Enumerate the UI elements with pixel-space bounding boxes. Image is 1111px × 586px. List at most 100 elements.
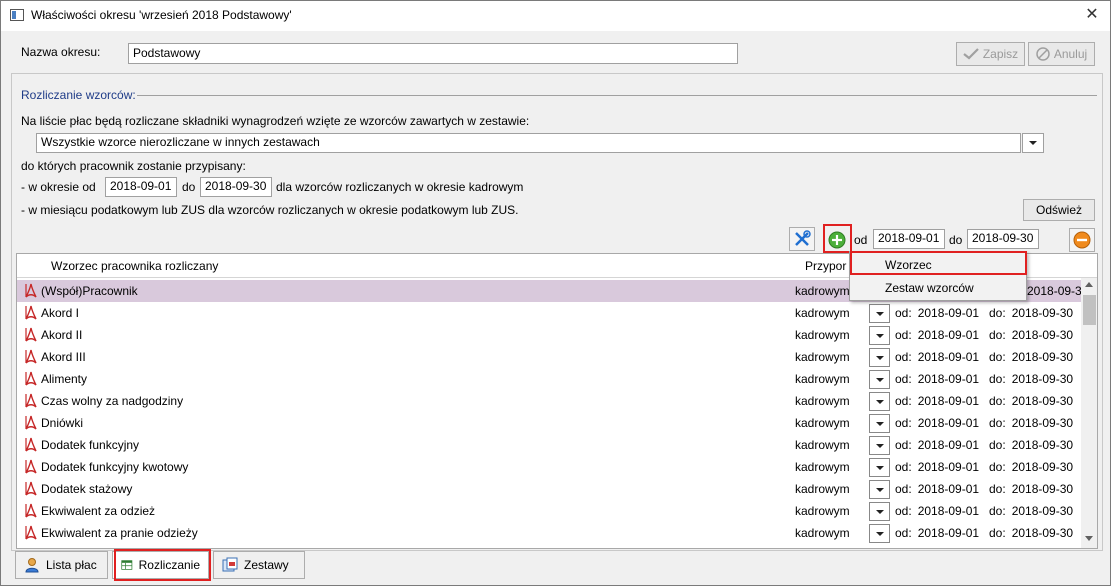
- scroll-up-icon[interactable]: [1085, 282, 1093, 287]
- cell-from: od: 2018-09-01: [895, 372, 979, 386]
- section-divider: [137, 95, 1097, 96]
- period-to-input[interactable]: 2018-09-30: [200, 177, 272, 197]
- table-row[interactable]: Alimenty kadrowym od: 2018-09-01 do: 2018-09-…: [17, 368, 1081, 390]
- cell-from-value: 2018-09-01: [917, 416, 980, 430]
- table-row[interactable]: Akord II kadrowym od: 2018-09-01 do: 2018-09-…: [17, 324, 1081, 346]
- assign-dropdown-button[interactable]: [869, 304, 890, 323]
- scroll-down-icon[interactable]: [1085, 536, 1093, 541]
- remove-button[interactable]: [1069, 228, 1095, 252]
- assign-dropdown-button[interactable]: [869, 436, 890, 455]
- window-icon: [10, 9, 24, 21]
- section-description: Na liście płac będą rozliczane składniki…: [21, 114, 530, 128]
- cell-to-prefix: do:: [989, 394, 1006, 408]
- table-row[interactable]: Dodatek stażowy kadrowym od: 2018-09-01 do: 2…: [17, 478, 1081, 500]
- cancel-button[interactable]: Anuluj: [1028, 42, 1095, 66]
- pattern-icon: [25, 283, 37, 298]
- toolbar-to-input[interactable]: 2018-09-30: [967, 229, 1039, 249]
- cell-to-value: 2018-09-30: [1027, 284, 1089, 298]
- section-title: Rozliczanie wzorców:: [21, 88, 136, 102]
- table-row[interactable]: Akord III kadrowym od: 2018-09-01 do: 2018-09…: [17, 346, 1081, 368]
- tools-button[interactable]: [789, 227, 815, 251]
- cell-from: od: 2018-09-01: [895, 438, 979, 452]
- window-title: Właściwości okresu 'wrzesień 2018 Podsta…: [31, 8, 292, 22]
- cell-pattern-name: Dniówki: [41, 416, 84, 430]
- pattern-icon: [25, 349, 37, 364]
- cell-from-value: 2018-09-01: [917, 504, 980, 518]
- cell-to: do: 2018-09-30: [989, 416, 1073, 430]
- chevron-down-icon: [875, 465, 884, 470]
- period-do-label: do: [182, 180, 196, 194]
- cell-to: do: 2018-09-30: [989, 372, 1073, 386]
- assign-dropdown-button[interactable]: [869, 458, 890, 477]
- pattern-icon: [25, 393, 37, 408]
- cell-to: do: 2018-09-30: [989, 394, 1073, 408]
- col-header-assign[interactable]: Przypor: [805, 259, 846, 273]
- check-icon: [963, 48, 979, 60]
- table-row[interactable]: Dniówki kadrowym od: 2018-09-01 do: 2018-09-3…: [17, 412, 1081, 434]
- scroll-thumb[interactable]: [1083, 295, 1096, 325]
- assign-dropdown-button[interactable]: [869, 370, 890, 389]
- table-row[interactable]: Ekwiwalent za odzież kadrowym od: 2018-09-0…: [17, 500, 1081, 522]
- table-row[interactable]: Dodatek funkcyjny kwotowy kadrowym od: 2018…: [17, 456, 1081, 478]
- name-label: Nazwa okresu:: [21, 45, 101, 59]
- menu-item-wzorzec[interactable]: Wzorzec: [851, 254, 1027, 276]
- assign-dropdown-button[interactable]: [869, 480, 890, 499]
- cell-to-prefix: do:: [989, 526, 1006, 540]
- cell-to: do: 2018-09-30: [989, 306, 1073, 320]
- tab-lista-plac[interactable]: Lista płac: [15, 551, 108, 579]
- table-row[interactable]: Ekwiwalent za pranie odzieży kadrowym od: 2…: [17, 522, 1081, 544]
- table-row[interactable]: Akord I kadrowym od: 2018-09-01 do: 2018-09-3…: [17, 302, 1081, 324]
- cell-to-prefix: do:: [989, 438, 1006, 452]
- cell-from-value: 2018-09-01: [917, 328, 980, 342]
- pattern-icon: [25, 525, 37, 540]
- menu-item-zestaw-wzorcow[interactable]: Zestaw wzorców: [851, 277, 1027, 299]
- cell-assign-type: kadrowym: [795, 306, 850, 320]
- cell-from-value: 2018-09-01: [917, 438, 980, 452]
- cell-assign-type: kadrowym: [795, 350, 850, 364]
- cell-to-value: 2018-09-30: [1011, 438, 1074, 452]
- assign-dropdown-button[interactable]: [869, 348, 890, 367]
- assign-dropdown-button[interactable]: [869, 502, 890, 521]
- cell-to-value: 2018-09-30: [1011, 416, 1074, 430]
- assign-dropdown-button[interactable]: [869, 524, 890, 543]
- pattern-icon: [25, 437, 37, 452]
- chevron-down-icon: [1029, 141, 1037, 145]
- grid-body: (Współ)Pracownik kadrowym 2018-09-30 Akord …: [17, 280, 1088, 548]
- grid-scrollbar[interactable]: [1081, 278, 1097, 548]
- cell-pattern-name: Ekwiwalent za pranie odzieży: [41, 526, 198, 540]
- cell-to: do: 2018-09-30: [989, 526, 1073, 540]
- set-select[interactable]: Wszystkie wzorce nierozliczane w innych …: [36, 133, 1021, 153]
- add-popup-menu: Wzorzec Zestaw wzorców: [849, 251, 1027, 301]
- cell-to-value: 2018-09-30: [1011, 482, 1074, 496]
- tab-zestawy[interactable]: Zestawy: [213, 551, 305, 579]
- refresh-button[interactable]: Odśwież: [1023, 199, 1095, 221]
- table-row[interactable]: Czas wolny za nadgodziny kadrowym od: 2018-…: [17, 390, 1081, 412]
- toolbar-from-input[interactable]: 2018-09-01: [873, 229, 945, 249]
- assign-dropdown-button[interactable]: [869, 414, 890, 433]
- close-button[interactable]: ✕: [1079, 3, 1105, 27]
- cell-assign-type: kadrowym: [795, 482, 850, 496]
- assign-dropdown-button[interactable]: [869, 392, 890, 411]
- period-from-input[interactable]: 2018-09-01: [105, 177, 177, 197]
- tab-rozliczanie-label: Rozliczanie: [138, 558, 200, 572]
- add-button[interactable]: [825, 228, 849, 252]
- col-header-name[interactable]: Wzorzec pracownika rozliczany: [51, 259, 218, 273]
- minus-circle-icon: [1073, 231, 1091, 249]
- toolbar-do-label: do: [949, 233, 963, 247]
- refresh-label: Odśwież: [1035, 203, 1082, 217]
- pattern-icon: [25, 327, 37, 342]
- cell-to: do: 2018-09-30: [989, 350, 1073, 364]
- name-input[interactable]: Podstawowy: [128, 43, 738, 64]
- properties-window: Właściwości okresu 'wrzesień 2018 Podsta…: [0, 0, 1111, 586]
- save-button[interactable]: Zapisz: [956, 42, 1025, 66]
- cell-assign-type: kadrowym: [795, 328, 850, 342]
- tab-rozliczanie[interactable]: Rozliczanie: [112, 551, 209, 579]
- cell-from: od: 2018-09-01: [895, 350, 979, 364]
- table-row[interactable]: Dodatek funkcyjny kadrowym od: 2018-09-01 do…: [17, 434, 1081, 456]
- assign-dropdown-button[interactable]: [869, 326, 890, 345]
- cell-to: do: 2018-09-30: [989, 504, 1073, 518]
- set-dropdown-button[interactable]: [1022, 133, 1044, 153]
- save-label: Zapisz: [982, 47, 1019, 61]
- cell-to-prefix: do:: [989, 306, 1006, 320]
- cell-assign-type: kadrowym: [795, 438, 850, 452]
